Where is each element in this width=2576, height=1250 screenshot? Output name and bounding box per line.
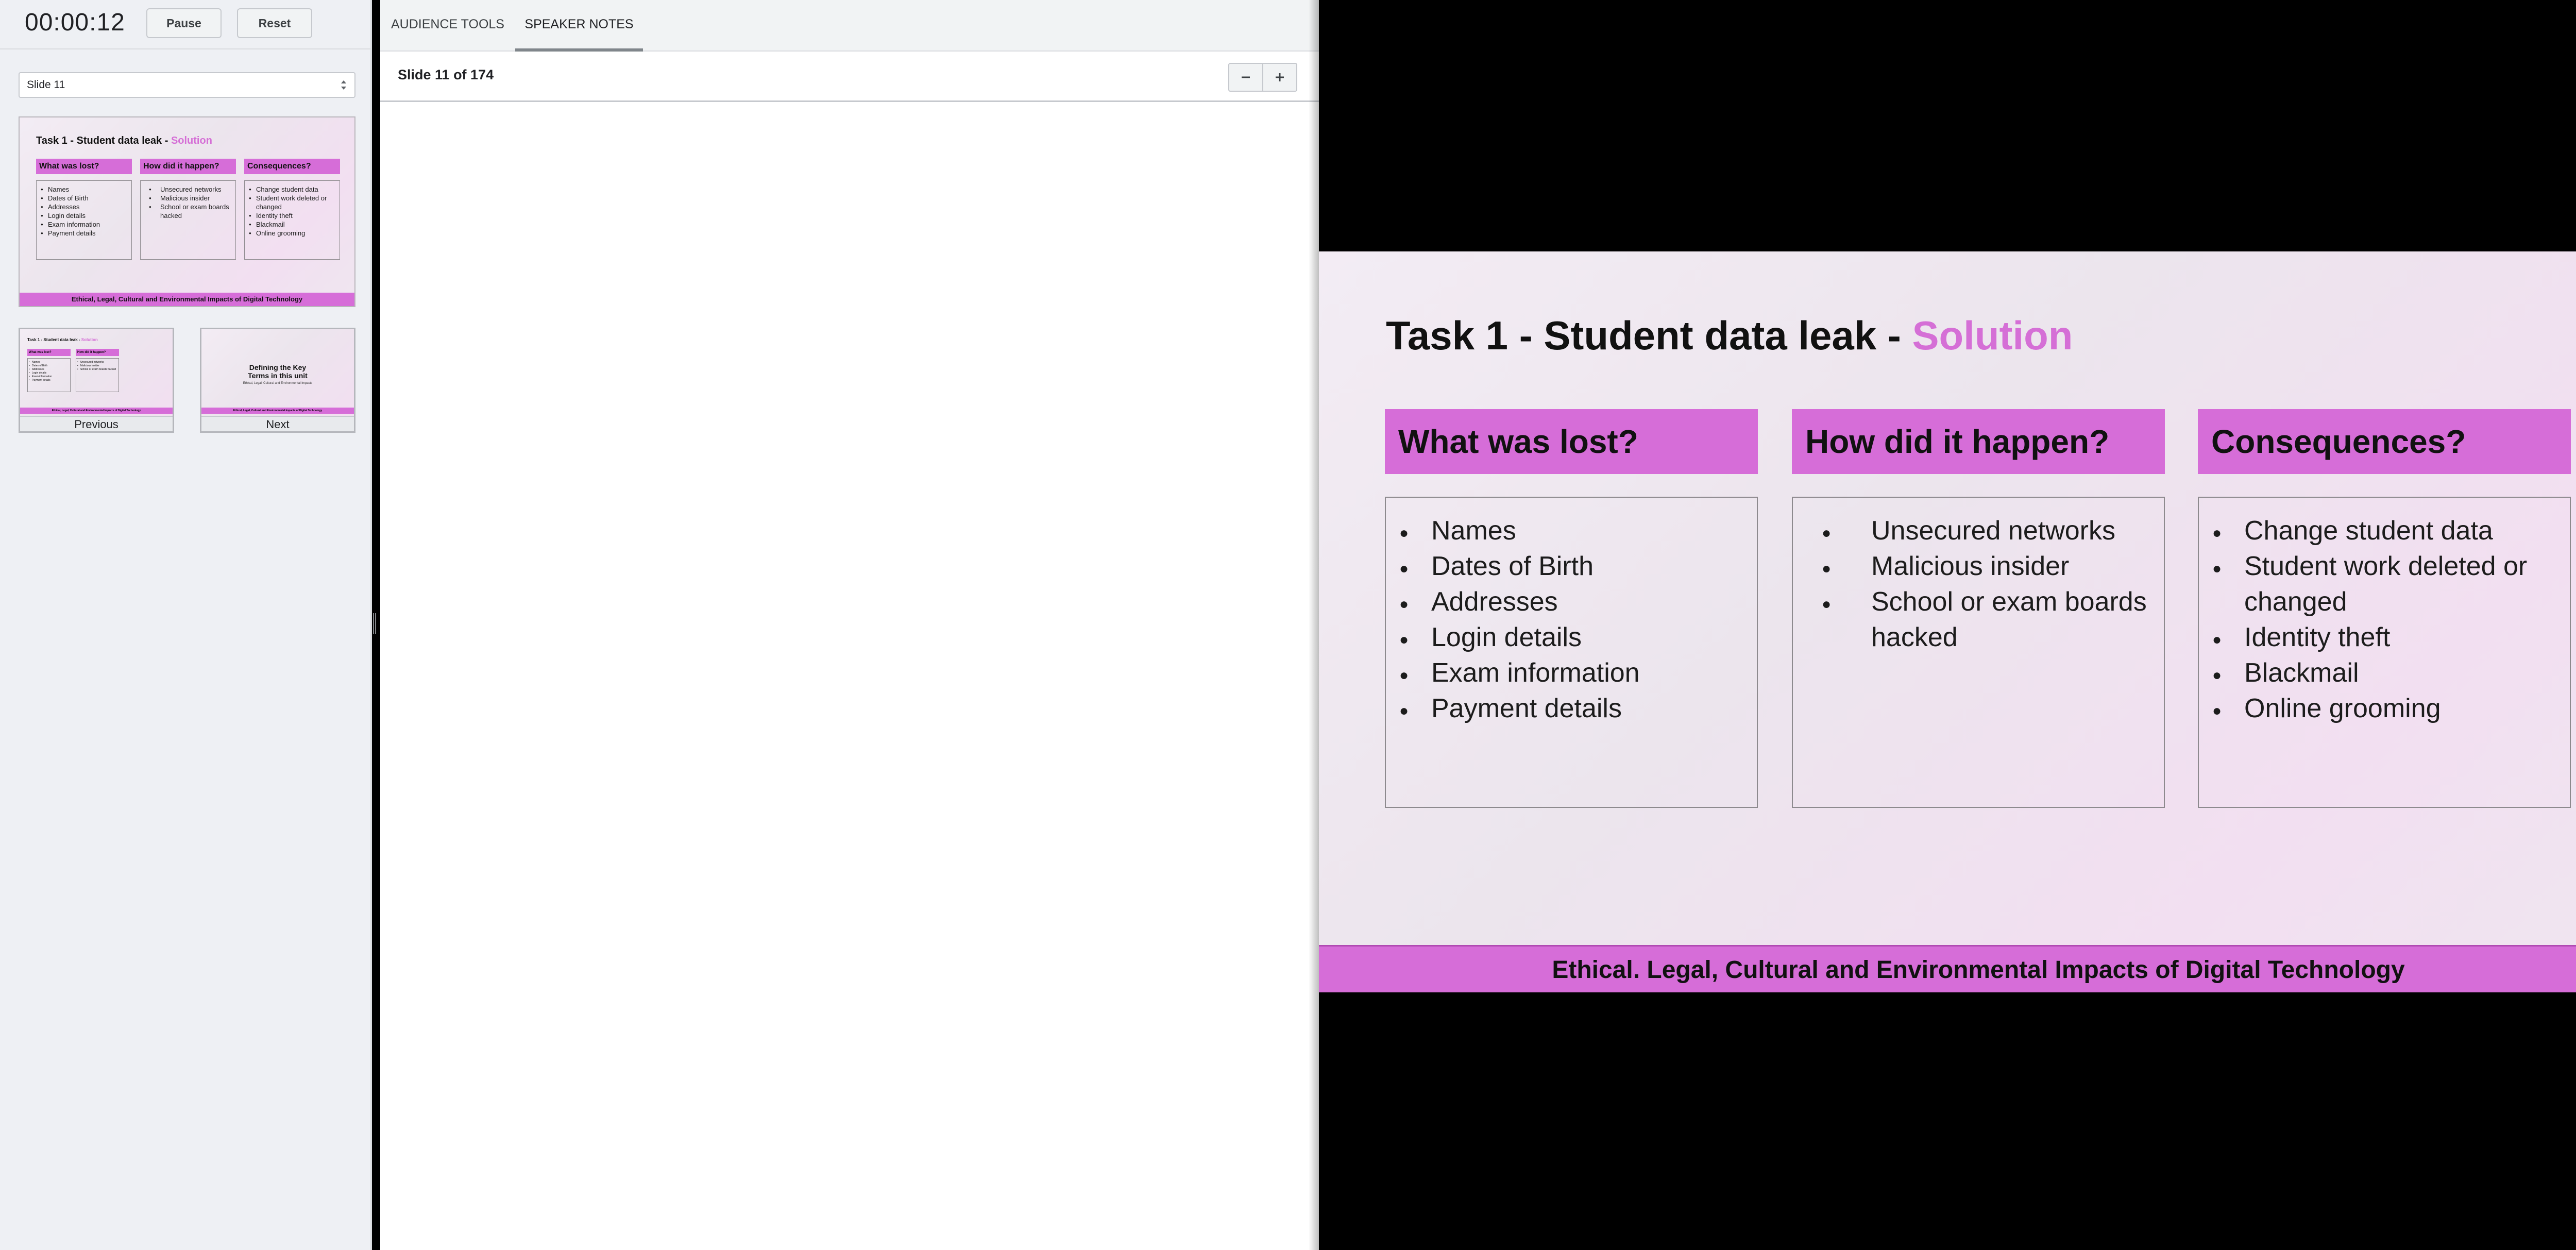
previous-slide-button[interactable]: Task 1 - Student data leak - Solution Wh…: [19, 328, 174, 433]
pane-divider-shadow: [1309, 0, 1319, 1250]
heading-how-did-it-happen: How did it happen?: [1792, 409, 2165, 474]
tab-audience-tools[interactable]: AUDIENCE TOOLS: [380, 0, 515, 52]
list-item: Payment details: [37, 229, 131, 238]
list-item: Names: [1386, 513, 1757, 551]
thumb-heading-lost: What was lost?: [36, 159, 132, 174]
thumb-box-how: Unsecured networks Malicious insider Sch…: [140, 180, 236, 260]
thumb-slide-title: Task 1 - Student data leak - Solution: [36, 135, 212, 146]
heading-what-was-lost: What was lost?: [1385, 409, 1758, 474]
list-item: Exam information: [37, 220, 131, 229]
list-item: Payment details: [28, 379, 70, 382]
list-item: Exam information: [1386, 655, 1757, 693]
list-item: Login details: [1386, 620, 1757, 657]
list-item: Student work deleted or changed: [2199, 549, 2570, 620]
list-item: Student work deleted or changed: [245, 194, 340, 211]
box-consequences: Change student data Student work deleted…: [2198, 497, 2571, 808]
slide-title: Task 1 - Student data leak - Solution: [1386, 313, 2073, 358]
reset-button[interactable]: Reset: [237, 8, 312, 38]
list-item: Login details: [37, 211, 131, 220]
prev-slide-footer: Ethical, Legal, Cultural and Environment…: [20, 408, 173, 414]
next-slide-title: Defining the Key Terms in this unit: [248, 363, 308, 380]
list-item: Names: [37, 185, 131, 194]
list-item: Blackmail: [245, 220, 340, 229]
pane-resize-handle[interactable]: [372, 613, 377, 634]
previous-slide-preview: Task 1 - Student data leak - Solution Wh…: [20, 329, 173, 416]
list-item: Addresses: [37, 202, 131, 211]
select-arrows-icon: [341, 80, 346, 90]
notes-header: Slide 11 of 174: [380, 52, 1319, 102]
box-what-was-lost: Names Dates of Birth Addresses Login det…: [1385, 497, 1758, 808]
next-slide-preview: Defining the Key Terms in this unit Ethi…: [201, 329, 354, 416]
prev-slide-title: Task 1 - Student data leak - Solution: [27, 337, 98, 342]
zoom-in-button[interactable]: [1262, 63, 1297, 92]
tab-speaker-notes[interactable]: SPEAKER NOTES: [515, 0, 643, 52]
list-item: Malicious insider: [76, 364, 118, 368]
previous-label: Previous: [20, 416, 173, 431]
box-how-did-it-happen: Unsecured networks Malicious insider Sch…: [1792, 497, 2165, 808]
list-item: Malicious insider: [1793, 549, 2164, 586]
list-item: Unsecured networks: [76, 361, 118, 364]
thumb-box-consequences: Change student data Student work deleted…: [244, 180, 340, 260]
list-item: Identity theft: [245, 211, 340, 220]
list-item: Addresses: [1386, 584, 1757, 622]
next-slide-button[interactable]: Defining the Key Terms in this unit Ethi…: [200, 328, 355, 433]
list-item: Blackmail: [2199, 655, 2570, 693]
speaker-notes-pane: AUDIENCE TOOLS SPEAKER NOTES Slide 11 of…: [380, 0, 1319, 1250]
list-item: School or exam boards hacked: [141, 202, 235, 220]
slide-select[interactable]: Slide 11: [19, 72, 355, 98]
list-item: Malicious insider: [141, 194, 235, 202]
presenter-sidebar: 00:00:12 Pause Reset Slide 11 Task 1 - S…: [0, 0, 372, 1250]
list-item: Change student data: [245, 185, 340, 194]
current-slide-thumbnail[interactable]: Task 1 - Student data leak - Solution Wh…: [19, 116, 355, 307]
timer-bar: 00:00:12 Pause Reset: [0, 0, 372, 49]
prev-heading-how: How did it happen?: [76, 349, 119, 356]
elapsed-timer: 00:00:12: [25, 9, 125, 36]
list-item: Payment details: [1386, 691, 1757, 729]
zoom-out-button[interactable]: [1228, 63, 1263, 92]
list-item: School or exam boards hacked: [1793, 584, 2164, 655]
prev-box-how: Unsecured networks Malicious insider Sch…: [76, 358, 119, 392]
list-item: Login details: [28, 371, 70, 375]
list-item: Names: [28, 361, 70, 364]
next-label: Next: [201, 416, 354, 431]
prev-heading-lost: What was lost?: [27, 349, 71, 356]
speaker-notes-area[interactable]: [380, 104, 1319, 1250]
pause-button[interactable]: Pause: [146, 8, 222, 38]
plus-icon: [1276, 73, 1284, 81]
list-item: School or exam boards hacked: [76, 368, 118, 371]
next-slide-footer: Ethical, Legal, Cultural and Environment…: [201, 408, 354, 414]
tab-bar: AUDIENCE TOOLS SPEAKER NOTES: [380, 0, 1319, 52]
list-item: Exam information: [28, 375, 70, 379]
heading-consequences: Consequences?: [2198, 409, 2571, 474]
list-item: Dates of Birth: [37, 194, 131, 202]
list-item: Identity theft: [2199, 620, 2570, 657]
prev-box-lost: Names Dates of Birth Addresses Login det…: [27, 358, 71, 392]
list-item: Unsecured networks: [141, 185, 235, 194]
list-item: Dates of Birth: [28, 364, 70, 368]
thumb-box-lost: Names Dates of Birth Addresses Login det…: [36, 180, 132, 260]
list-item: Change student data: [2199, 513, 2570, 551]
slide-counter: Slide 11 of 174: [398, 67, 494, 82]
list-item: Dates of Birth: [1386, 549, 1757, 586]
thumb-heading-consequences: Consequences?: [244, 159, 340, 174]
thumb-slide-footer: Ethical, Legal, Cultural and Environment…: [20, 293, 354, 306]
slide-footer: Ethical. Legal, Cultural and Environment…: [1319, 945, 2576, 992]
thumb-heading-how: How did it happen?: [140, 159, 236, 174]
next-slide-subtitle: Ethical, Legal, Cultural and Environment…: [243, 382, 313, 385]
slide-select-value: Slide 11: [27, 79, 65, 91]
list-item: Online grooming: [245, 229, 340, 238]
list-item: Addresses: [28, 368, 70, 371]
list-item: Online grooming: [2199, 691, 2570, 729]
list-item: Unsecured networks: [1793, 513, 2164, 551]
current-slide: Task 1 - Student data leak - Solution Wh…: [1319, 251, 2576, 992]
minus-icon: [1242, 76, 1250, 78]
